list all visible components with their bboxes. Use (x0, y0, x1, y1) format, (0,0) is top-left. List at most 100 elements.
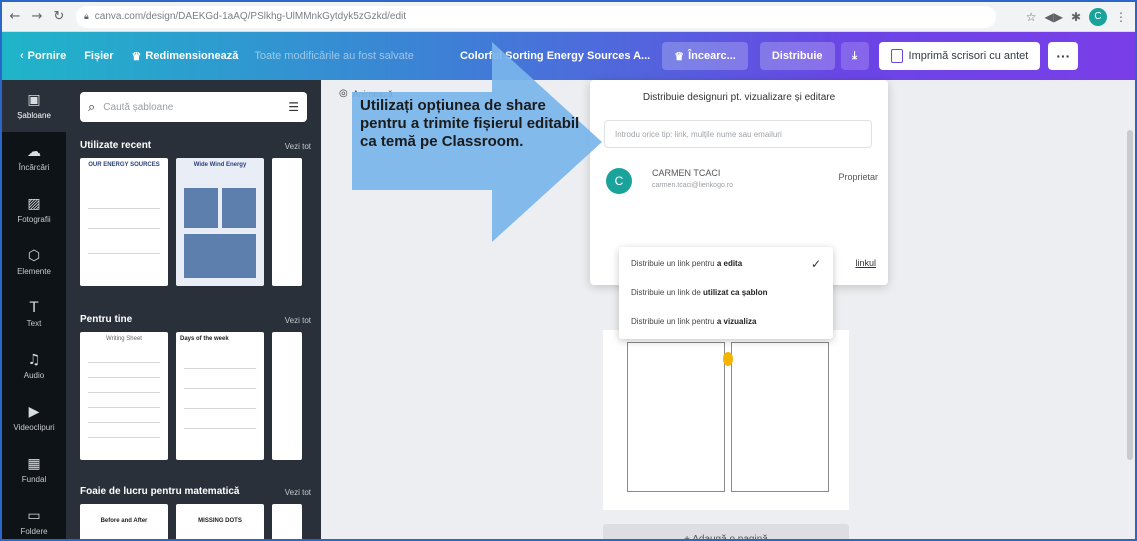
template-thumb[interactable] (272, 504, 302, 539)
profile-avatar[interactable]: C (1089, 7, 1107, 26)
back-icon[interactable]: ← (6, 8, 24, 26)
see-all-math[interactable]: Vezi tot (285, 488, 311, 497)
rail-item[interactable]: ☁ Încărcări (2, 132, 66, 184)
recent-thumbs: OUR ENERGY SOURCES Wide Wind Energy (80, 158, 302, 286)
thumb-title: Wide Wind Energy (193, 162, 247, 168)
rail-item[interactable]: ▦ Fundal (2, 444, 66, 496)
template-thumb[interactable]: Writing Sheet (80, 332, 168, 460)
more-button[interactable]: ··· (1048, 42, 1079, 70)
template-thumb[interactable]: Before and After (80, 504, 168, 539)
template-thumb[interactable]: Days of the week (176, 332, 264, 460)
chevron-left-icon: ‹ (20, 50, 24, 62)
design-title[interactable]: Colorful Sorting Energy Sources A... (460, 50, 650, 62)
design-page[interactable] (603, 330, 849, 510)
template-thumb[interactable]: MISSING DOTS (176, 504, 264, 539)
rail-item-label: Elemente (17, 267, 51, 276)
copy-link-button[interactable]: linkul (855, 258, 876, 268)
browser-toolbar: ← → ↻ 🔒︎ canva.com/design/DAEKGd-1aAQ/PS… (2, 2, 1135, 32)
scrollbar[interactable] (1127, 130, 1133, 460)
animate-icon: ◎ (339, 88, 348, 99)
add-page-button[interactable]: + Adaugă o pagină (603, 524, 849, 539)
print-button[interactable]: Imprimă scrisori cu antet (878, 42, 1041, 70)
home-button[interactable]: ‹ Pornire (20, 50, 66, 62)
user-name: CARMEN TCACI (652, 168, 721, 178)
dropdown-option-template[interactable]: Distribuie un link de utilizat ca șablon (631, 288, 768, 297)
dropdown-option-edit[interactable]: Distribuie un link pentru a edita (631, 259, 742, 268)
url-text: canva.com/design/DAEKGd-1aAQ/PSlkhg-UlMM… (94, 11, 407, 22)
template-icon: ▣ (27, 92, 41, 108)
medal-icon (723, 352, 733, 366)
option-prefix: Distribuie un link pentru (631, 317, 717, 326)
rail-item[interactable]: ⬡ Elemente (2, 236, 66, 288)
dropdown-option-view[interactable]: Distribuie un link pentru a vizualiza (631, 317, 756, 326)
editor-toolbar: ‹ Pornire Fișier ♛ Redimensionează Toate… (2, 32, 1135, 80)
rail-item[interactable]: ▭ Foldere (2, 496, 66, 539)
user-role: Proprietar (838, 172, 878, 182)
upgrade-label: Încearc... (688, 50, 736, 62)
see-all-recent[interactable]: Vezi tot (285, 142, 311, 151)
save-status: Toate modificările au fost salvate (254, 50, 414, 62)
rail-item-label: Șabloane (17, 111, 51, 120)
option-prefix: Distribuie un link de (631, 288, 704, 297)
upgrade-button[interactable]: ♛ Încearc... (662, 42, 748, 70)
share-button[interactable]: Distribuie (759, 42, 835, 70)
document-icon (890, 49, 903, 63)
section-title-recent: Utilizate recent (80, 140, 152, 151)
elements-icon: ⬡ (27, 248, 41, 264)
rail-item[interactable]: ▨ Fotografii (2, 184, 66, 236)
search-input[interactable]: ⌕ Caută șabloane ☰ (80, 92, 307, 122)
rail-item[interactable]: ♫ Audio (2, 340, 66, 392)
option-emphasis: utilizat ca șablon (703, 288, 768, 297)
reload-icon[interactable]: ↻ (50, 8, 68, 26)
thumb-title: Days of the week (180, 336, 229, 342)
photo-icon: ▨ (27, 196, 41, 212)
page-column-left (627, 342, 725, 492)
check-icon: ✓ (810, 257, 821, 271)
template-thumb[interactable] (272, 158, 302, 286)
template-thumb[interactable]: Wide Wind Energy (176, 158, 264, 286)
option-emphasis: a vizualiza (716, 317, 757, 326)
download-icon[interactable]: ⤓ (840, 42, 869, 70)
rail-item-label: Fotografii (17, 215, 51, 224)
file-menu[interactable]: Fișier (84, 50, 113, 62)
app-window: ← → ↻ 🔒︎ canva.com/design/DAEKGd-1aAQ/PS… (0, 0, 1137, 541)
filter-icon[interactable]: ☰ (288, 100, 299, 114)
user-email: carmen.tcaci@lienkogo.ro (652, 182, 734, 189)
template-thumb[interactable] (272, 332, 302, 460)
foryou-thumbs: Writing Sheet Days of the week (80, 332, 302, 460)
search-icon: ⌕ (88, 99, 96, 115)
menu-icon[interactable]: ⋮ (1115, 10, 1127, 24)
crown-icon: ♛ (131, 50, 142, 63)
image-block (184, 234, 256, 278)
divider (88, 228, 160, 229)
divider (88, 362, 160, 363)
divider (88, 253, 160, 254)
forward-icon[interactable]: → (28, 8, 46, 26)
divider (88, 208, 160, 209)
rail-item-label: Audio (23, 371, 45, 380)
rail-item[interactable]: ▣ Șabloane (2, 80, 66, 132)
divider (88, 392, 160, 393)
extension-icon[interactable]: ◀▶ (1044, 10, 1062, 24)
annotation-note: Utilizați opțiunea de share pentru a tri… (360, 97, 580, 150)
option-prefix: Distribuie un link pentru (631, 259, 717, 268)
divider (184, 428, 256, 429)
template-thumb[interactable]: OUR ENERGY SOURCES (80, 158, 168, 286)
divider (88, 422, 160, 423)
share-people-input[interactable]: Introdu orice tip: link, mulțile nume sa… (604, 120, 872, 148)
address-bar[interactable]: 🔒︎ canva.com/design/DAEKGd-1aAQ/PSlkhg-U… (76, 5, 996, 28)
divider (184, 388, 256, 389)
rail-item-label: Încărcări (18, 163, 50, 172)
rail-item[interactable]: T Text (2, 288, 66, 340)
puzzle-icon[interactable]: ✱ (1071, 10, 1081, 24)
crown-icon: ♛ (674, 50, 685, 63)
user-avatar: C (606, 168, 632, 194)
divider (88, 377, 160, 378)
star-icon[interactable]: ☆ (1026, 10, 1037, 24)
rail-item[interactable]: ▶ Videoclipuri (2, 392, 66, 444)
see-all-for-you[interactable]: Vezi tot (285, 316, 311, 325)
link-permission-dropdown: Distribuie un link pentru a edita ✓ Dist… (619, 247, 833, 339)
thumb-title: Writing Sheet (106, 336, 142, 342)
resize-button[interactable]: ♛ Redimensionează (132, 50, 239, 63)
thumb-title: OUR ENERGY SOURCES (88, 162, 160, 168)
